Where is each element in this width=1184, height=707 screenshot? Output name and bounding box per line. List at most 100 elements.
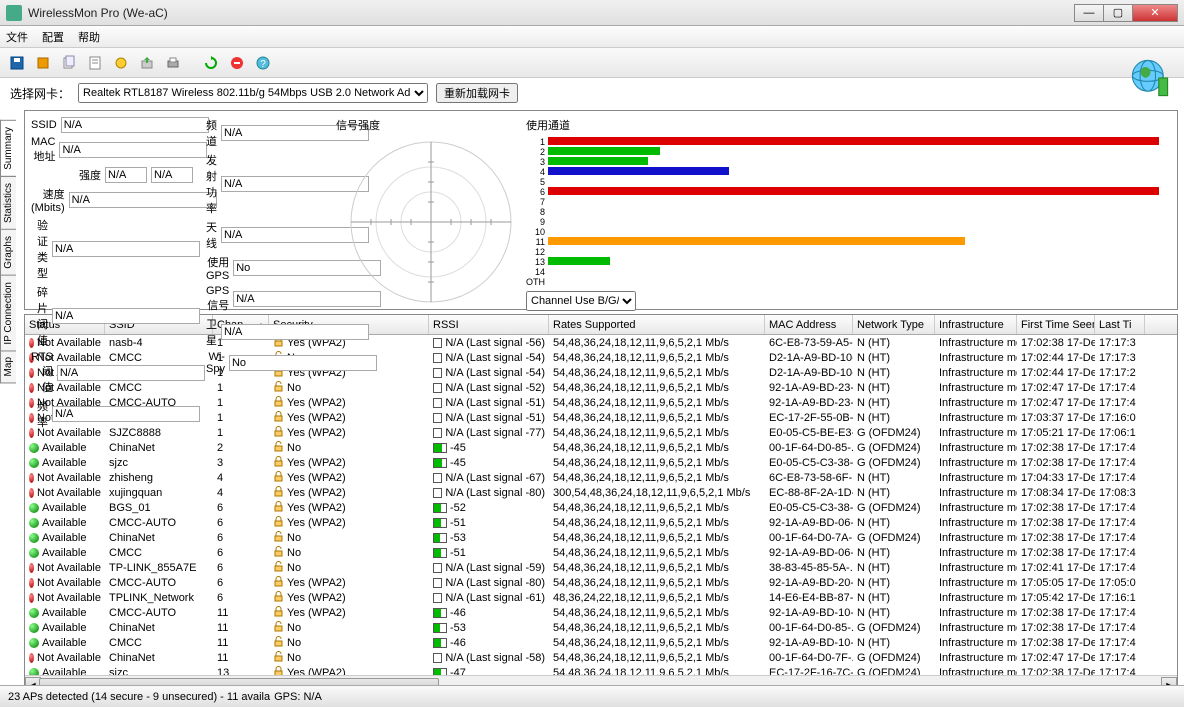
col-header[interactable]: MAC Address (765, 315, 853, 334)
maximize-button[interactable]: ▢ (1103, 4, 1133, 22)
lock-icon (273, 546, 284, 560)
app-icon (6, 5, 22, 21)
menu-help[interactable]: 帮助 (78, 29, 100, 45)
signal-bar-icon (433, 593, 442, 603)
sidetab-ip-connection[interactable]: IP Connection (0, 275, 16, 352)
status-dot-icon (29, 608, 39, 618)
channel-row: 10 (526, 227, 1171, 237)
side-tabs: SummaryStatisticsGraphsIP ConnectionMap (0, 120, 16, 383)
info-col-left: SSID MAC地址 强度 速度 (Mbits) 验证类型 碎片阈值 RTS阈值… (31, 117, 206, 303)
log-icon[interactable] (84, 52, 106, 74)
menubar: 文件 配置 帮助 (0, 26, 1184, 48)
status-dot-icon (29, 548, 39, 558)
table-row[interactable]: AvailableCMCC6No-5154,48,36,24,18,12,11,… (25, 545, 1177, 560)
lbl-strength: 强度 (31, 167, 101, 183)
status-dot-icon (29, 473, 34, 483)
col-header[interactable]: Rates Supported (549, 315, 765, 334)
signal-bar-icon (433, 653, 442, 663)
val-wispy (229, 355, 377, 371)
adapter-select[interactable]: Realtek RTL8187 Wireless 802.11b/g 54Mbp… (78, 83, 428, 103)
col-header[interactable]: RSSI (429, 315, 549, 334)
lock-icon (273, 651, 284, 665)
export-icon[interactable] (136, 52, 158, 74)
channel-row: 12 (526, 247, 1171, 257)
val-speed (69, 192, 217, 208)
print-icon[interactable] (162, 52, 184, 74)
lbl-ant: 天线 (206, 219, 217, 251)
channel-row: 1 (526, 137, 1171, 147)
status-dot-icon (29, 533, 39, 543)
lock-icon (273, 606, 284, 620)
lock-icon (273, 471, 284, 485)
signal-box: 信号强度 (336, 117, 526, 303)
lbl-auth: 验证类型 (31, 217, 48, 281)
table-row[interactable]: AvailableChinaNet6No-5354,48,36,24,18,12… (25, 530, 1177, 545)
signal-bar-icon (433, 398, 442, 408)
table-row[interactable]: Not Availablexujingquan4Yes (WPA2)N/A (L… (25, 485, 1177, 500)
channel-row: 13 (526, 257, 1171, 267)
adapter-label: 选择网卡： (10, 85, 70, 102)
table-row[interactable]: Not AvailableCMCC-AUTO6Yes (WPA2)N/A (La… (25, 575, 1177, 590)
refresh-icon[interactable] (200, 52, 222, 74)
signal-bar-icon (433, 578, 442, 588)
save-icon[interactable] (6, 52, 28, 74)
status-dot-icon (29, 443, 39, 453)
stop-icon[interactable] (226, 52, 248, 74)
signal-bar-icon (433, 518, 447, 528)
channel-mode-select[interactable]: Channel Use B/G/N (526, 291, 636, 311)
channel-row: 9 (526, 217, 1171, 227)
reload-adapter-button[interactable]: 重新加载网卡 (436, 83, 518, 103)
sidetab-map[interactable]: Map (0, 350, 16, 383)
col-header[interactable]: Network Type (853, 315, 935, 334)
adapter-row: 选择网卡： Realtek RTL8187 Wireless 802.11b/g… (0, 78, 1184, 108)
lock-icon (273, 396, 284, 410)
table-row[interactable]: Not AvailableTPLINK_Network6Yes (WPA2)N/… (25, 590, 1177, 605)
table-row[interactable]: AvailableCMCC-AUTO6Yes (WPA2)-5154,48,36… (25, 515, 1177, 530)
sidetab-graphs[interactable]: Graphs (0, 229, 16, 276)
main-panel: SSID MAC地址 强度 速度 (Mbits) 验证类型 碎片阈值 RTS阈值… (24, 110, 1178, 310)
signal-bar-icon (433, 458, 447, 468)
table-row[interactable]: Not AvailableTP-LINK_855A7E6NoN/A (Last … (25, 560, 1177, 575)
signal-bar-icon (433, 623, 447, 633)
config-icon[interactable] (32, 52, 54, 74)
copy-icon[interactable] (58, 52, 80, 74)
table-row[interactable]: Not Availablezhisheng4Yes (WPA2)N/A (Las… (25, 470, 1177, 485)
status-gps: GPS: N/A (274, 691, 322, 703)
channel-row: 8 (526, 207, 1171, 217)
sidetab-statistics[interactable]: Statistics (0, 176, 16, 230)
lbl-frag: 碎片阈值 (31, 284, 48, 348)
lock-icon (273, 411, 284, 425)
col-header[interactable]: Infrastructure (935, 315, 1017, 334)
table-row[interactable]: AvailableChinaNet2No-4554,48,36,24,18,12… (25, 440, 1177, 455)
table-row[interactable]: Availablesjzc13Yes (WPA2)-4754,48,36,24,… (25, 665, 1177, 675)
table-row[interactable]: Not AvailableChinaNet11NoN/A (Last signa… (25, 650, 1177, 665)
signal-bar-icon (433, 443, 447, 453)
signal-bar-icon (433, 548, 447, 558)
col-header[interactable]: Last Ti (1095, 315, 1145, 334)
table-row[interactable]: AvailableCMCC11No-4654,48,36,24,18,12,11… (25, 635, 1177, 650)
table-row[interactable]: AvailableBGS_016Yes (WPA2)-5254,48,36,24… (25, 500, 1177, 515)
sidetab-summary[interactable]: Summary (0, 120, 16, 177)
menu-file[interactable]: 文件 (6, 29, 28, 45)
close-button[interactable]: ✕ (1132, 4, 1178, 22)
signal-bar-icon (433, 638, 447, 648)
col-header[interactable]: First Time Seen (1017, 315, 1095, 334)
channel-row: 3 (526, 157, 1171, 167)
val-rts (57, 365, 205, 381)
menu-config[interactable]: 配置 (42, 29, 64, 45)
signal-bar-icon (433, 368, 442, 378)
table-row[interactable]: AvailableChinaNet11No-5354,48,36,24,18,1… (25, 620, 1177, 635)
lock-icon (273, 501, 284, 515)
channel-row: 5 (526, 177, 1171, 187)
help-icon[interactable]: ? (252, 52, 274, 74)
wizard-icon[interactable] (110, 52, 132, 74)
val-ssid (61, 117, 209, 133)
table-row[interactable]: Availablesjzc3Yes (WPA2)-4554,48,36,24,1… (25, 455, 1177, 470)
table-row[interactable]: AvailableCMCC-AUTO11Yes (WPA2)-4654,48,3… (25, 605, 1177, 620)
channel-row: 6 (526, 187, 1171, 197)
val-str2 (151, 167, 193, 183)
lock-icon (273, 531, 284, 545)
signal-bar-icon (433, 473, 442, 483)
minimize-button[interactable]: — (1074, 4, 1104, 22)
lbl-tx: 发射功率 (206, 152, 217, 216)
